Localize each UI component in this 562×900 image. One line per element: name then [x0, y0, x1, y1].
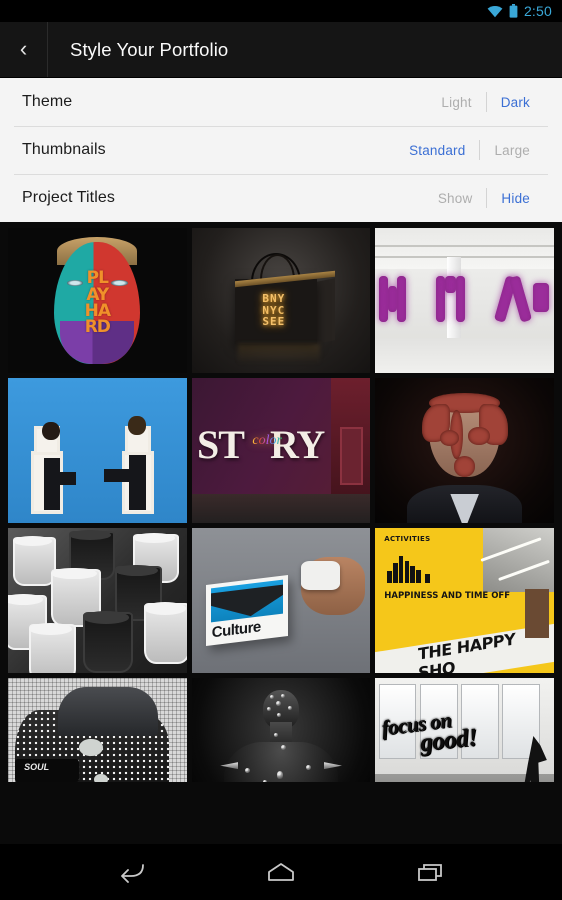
thumbnail-art [375, 378, 554, 523]
thumbnail-caption-led-bag: BNY NYC SEE [262, 292, 286, 329]
setting-row-theme: Theme Light Dark [0, 78, 562, 126]
thumbnail-grid[interactable]: PL AY HA RD BNY NYC SEE ST RY color Cult… [0, 222, 562, 782]
setting-label-theme: Theme [22, 93, 73, 110]
setting-label-thumbnails: Thumbnails [22, 141, 106, 158]
thumbnail-art: ACTIVITIES HAPPINESS AND TIME OFF THE HA… [375, 528, 554, 673]
thumbnail-art [375, 228, 554, 373]
action-bar: ‹ Style Your Portfolio [0, 22, 562, 78]
thumbnail-caption-culture: Culture [211, 618, 261, 642]
thumbnail-culture-book[interactable]: Culture [191, 528, 371, 673]
theme-option-light[interactable]: Light [427, 95, 485, 110]
thumbnail-play-hard[interactable]: PL AY HA RD [8, 228, 187, 373]
thumbnail-blue-chairs[interactable] [8, 378, 187, 523]
thumbnail-art: focus on good! [375, 678, 554, 782]
back-nav-icon[interactable] [108, 855, 154, 889]
project-titles-option-show[interactable]: Show [424, 191, 487, 206]
recents-nav-icon[interactable] [408, 855, 454, 889]
thumbnail-art: SOUL [8, 678, 187, 782]
thumbnail-art: PL AY HA RD [8, 228, 187, 373]
home-nav-icon[interactable] [258, 855, 304, 889]
setting-label-project-titles: Project Titles [22, 189, 115, 206]
segmented-control-theme: Light Dark [427, 92, 544, 112]
setting-row-project-titles: Project Titles Show Hide [0, 174, 562, 222]
thumbnail-studded-figure[interactable] [191, 678, 371, 782]
thumbnail-led-bag[interactable]: BNY NYC SEE [191, 228, 371, 373]
android-screen: 2:50 ‹ Style Your Portfolio Theme Light … [0, 0, 562, 900]
thumbnails-option-large[interactable]: Large [480, 143, 544, 158]
thumbnail-focus-on-good[interactable]: focus on good! [375, 678, 554, 782]
thumbnail-caption-activities: ACTIVITIES [384, 535, 431, 544]
settings-panel: Theme Light Dark Thumbnails Standard Lar… [0, 78, 562, 222]
thumbnails-option-standard[interactable]: Standard [395, 143, 479, 158]
setting-row-thumbnails: Thumbnails Standard Large [0, 126, 562, 174]
thumbnail-art [8, 378, 187, 523]
segmented-control-thumbnails: Standard Large [395, 140, 544, 160]
thumbnail-dotted-car[interactable]: SOUL [8, 678, 187, 782]
theme-option-dark[interactable]: Dark [487, 95, 544, 110]
thumbnail-max-purple[interactable] [375, 228, 554, 373]
thumbnail-happy-show[interactable]: ACTIVITIES HAPPINESS AND TIME OFF THE HA… [375, 528, 554, 673]
status-time: 2:50 [523, 3, 552, 19]
page-title: Style Your Portfolio [70, 38, 229, 60]
thumbnail-accent-word-color: color [252, 433, 282, 449]
project-titles-option-hide[interactable]: Hide [487, 191, 544, 206]
navigation-bar [0, 844, 562, 900]
thumbnail-art [8, 528, 187, 673]
thumbnail-art [191, 678, 371, 782]
thumbnail-caption-happiness: HAPPINESS AND TIME OFF [384, 590, 511, 601]
thumbnail-bw-glasses[interactable] [8, 528, 187, 673]
thumbnail-caption-play-hard: PL AY HA RD [84, 268, 111, 338]
segmented-control-project-titles: Show Hide [424, 188, 544, 208]
status-bar: 2:50 [0, 0, 562, 22]
thumbnail-art: ST RY color [191, 378, 371, 523]
thumbnail-octopus-man[interactable] [375, 378, 554, 523]
thumbnail-caption-focus-on-good: focus on good! [379, 707, 479, 757]
back-button[interactable]: ‹ [0, 22, 48, 77]
chevron-left-icon: ‹ [19, 35, 28, 61]
thumbnail-art: BNY NYC SEE [191, 228, 371, 373]
wifi-icon [487, 5, 503, 18]
thumbnail-art: Culture [191, 528, 371, 673]
battery-icon [509, 4, 518, 18]
thumbnail-caption-soul: SOUL [24, 762, 50, 773]
thumbnail-st-color-ry[interactable]: ST RY color [191, 378, 371, 523]
